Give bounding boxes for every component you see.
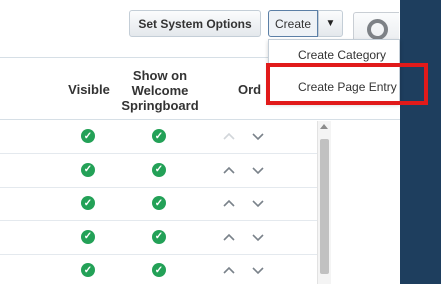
table-row: ✓ ✓ [0, 120, 317, 154]
move-down-chevron-icon[interactable] [251, 129, 265, 143]
set-system-options-button[interactable]: Set System Options [129, 10, 261, 37]
check-circle-icon: ✓ [81, 129, 95, 143]
column-header-visible: Visible [68, 82, 110, 97]
check-circle-icon: ✓ [152, 162, 166, 177]
ring-icon [367, 19, 388, 40]
move-up-chevron-icon[interactable] [222, 196, 236, 210]
check-circle-icon: ✓ [81, 196, 95, 210]
check-circle-icon: ✓ [152, 129, 166, 143]
scrollbar-thumb[interactable] [320, 139, 329, 274]
check-circle-icon: ✓ [81, 162, 95, 177]
table-body: ✓ ✓ ✓ ✓ ✓ ✓ ✓ ✓ ✓ ✓ [0, 121, 317, 284]
create-dropdown-toggle[interactable]: ▼ [318, 10, 343, 37]
vertical-scrollbar[interactable] [317, 121, 331, 284]
move-down-chevron-icon[interactable] [251, 196, 265, 210]
table-row: ✓ ✓ [0, 254, 317, 284]
move-up-chevron-icon[interactable] [222, 230, 236, 244]
move-down-chevron-icon[interactable] [251, 263, 265, 277]
move-up-chevron-icon[interactable] [222, 263, 236, 277]
scroll-up-arrow-icon[interactable] [320, 124, 328, 129]
right-side-panel [400, 0, 441, 284]
check-circle-icon: ✓ [152, 229, 166, 244]
table-row: ✓ ✓ [0, 187, 317, 221]
check-circle-icon: ✓ [152, 263, 166, 277]
move-up-chevron-icon[interactable] [222, 163, 236, 177]
table-row: ✓ ✓ [0, 154, 317, 188]
move-down-chevron-icon[interactable] [251, 230, 265, 244]
table-row: ✓ ✓ [0, 221, 317, 255]
move-down-chevron-icon[interactable] [251, 163, 265, 177]
check-circle-icon: ✓ [152, 196, 166, 210]
move-up-chevron-icon [222, 129, 236, 143]
check-circle-icon: ✓ [81, 263, 95, 277]
highlight-box [266, 63, 428, 105]
create-button[interactable]: Create [268, 10, 318, 37]
column-header-show-on-welcome: Show on Welcome Springboard [121, 68, 199, 113]
check-circle-icon: ✓ [81, 229, 95, 244]
